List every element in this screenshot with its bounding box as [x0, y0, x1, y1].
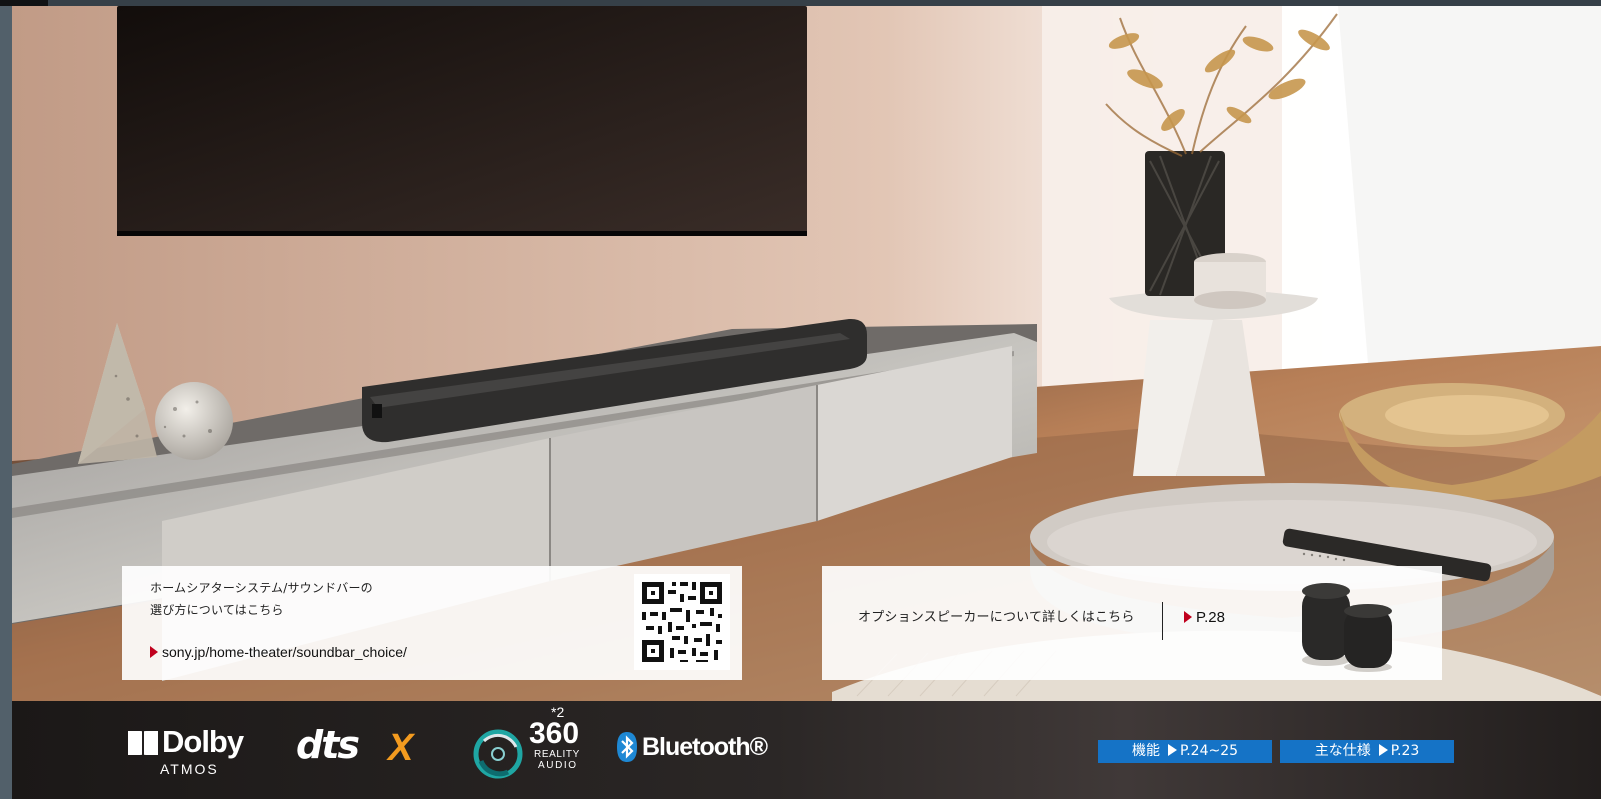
- guide-title-line-1: ホームシアターシステム/サウンドバーの: [150, 581, 373, 595]
- brochure-page: ホームシアターシステム/サウンドバーの 選び方についてはこちら sony.jp/…: [0, 0, 1601, 799]
- dolby-icon: [128, 731, 158, 755]
- technology-footer: Dolby ATMOS dts X *2 360 REALITY AUDIO B…: [12, 701, 1601, 799]
- features-label: 機能: [1131, 743, 1160, 759]
- page-reference: P.28: [1196, 609, 1225, 626]
- features-arrow-icon: [1167, 744, 1177, 756]
- optional-speaker-description: オプションスピーカーについて詳しくはこちら: [858, 610, 1135, 625]
- soundbar-guide-panel: ホームシアターシステム/サウンドバーの 選び方についてはこちら sony.jp/…: [122, 566, 742, 680]
- dts-x-mark: X: [388, 727, 414, 769]
- page-arrow-icon: [1184, 611, 1192, 623]
- dolby-atmos-logo: Dolby ATMOS: [128, 724, 262, 782]
- qr-code-icon[interactable]: [634, 574, 730, 670]
- atmos-wordmark: ATMOS: [160, 761, 219, 777]
- url-text: sony.jp/home-theater/soundbar_choice/: [162, 644, 407, 660]
- bluetooth-icon: [617, 732, 637, 762]
- specifications-page-link[interactable]: 主な仕様 P.23: [1280, 740, 1454, 763]
- features-page: P.24~25: [1179, 743, 1239, 759]
- specifications-label: 主な仕様: [1314, 743, 1371, 759]
- optional-speaker-page-link[interactable]: P.28: [1184, 608, 1225, 628]
- bluetooth-wordmark: Bluetooth®: [642, 733, 768, 761]
- audio-text: AUDIO: [538, 760, 578, 771]
- 360-reality-audio-logo: *2 360 REALITY AUDIO: [471, 704, 593, 779]
- specifications-arrow-icon: [1378, 744, 1388, 756]
- optional-speaker-panel: オプションスピーカーについて詳しくはこちら P.28: [822, 566, 1442, 680]
- 360-reality-audio-icon: [473, 729, 523, 779]
- bluetooth-logo: Bluetooth®: [616, 731, 768, 765]
- dts-wordmark: dts: [296, 723, 360, 767]
- reference-divider: [1162, 602, 1163, 640]
- dtsx-logo: dts X: [296, 723, 430, 772]
- guide-title-line-2: 選び方についてはこちら: [150, 603, 284, 617]
- optional-speakers-image: [1302, 583, 1392, 672]
- dolby-wordmark: Dolby: [162, 724, 244, 759]
- specifications-page: P.23: [1390, 743, 1420, 759]
- soundbar-guide-link[interactable]: sony.jp/home-theater/soundbar_choice/: [150, 642, 407, 662]
- reality-360-text: 360: [529, 717, 580, 750]
- features-page-link[interactable]: 機能 P.24~25: [1098, 740, 1272, 763]
- url-arrow-icon: [150, 646, 158, 658]
